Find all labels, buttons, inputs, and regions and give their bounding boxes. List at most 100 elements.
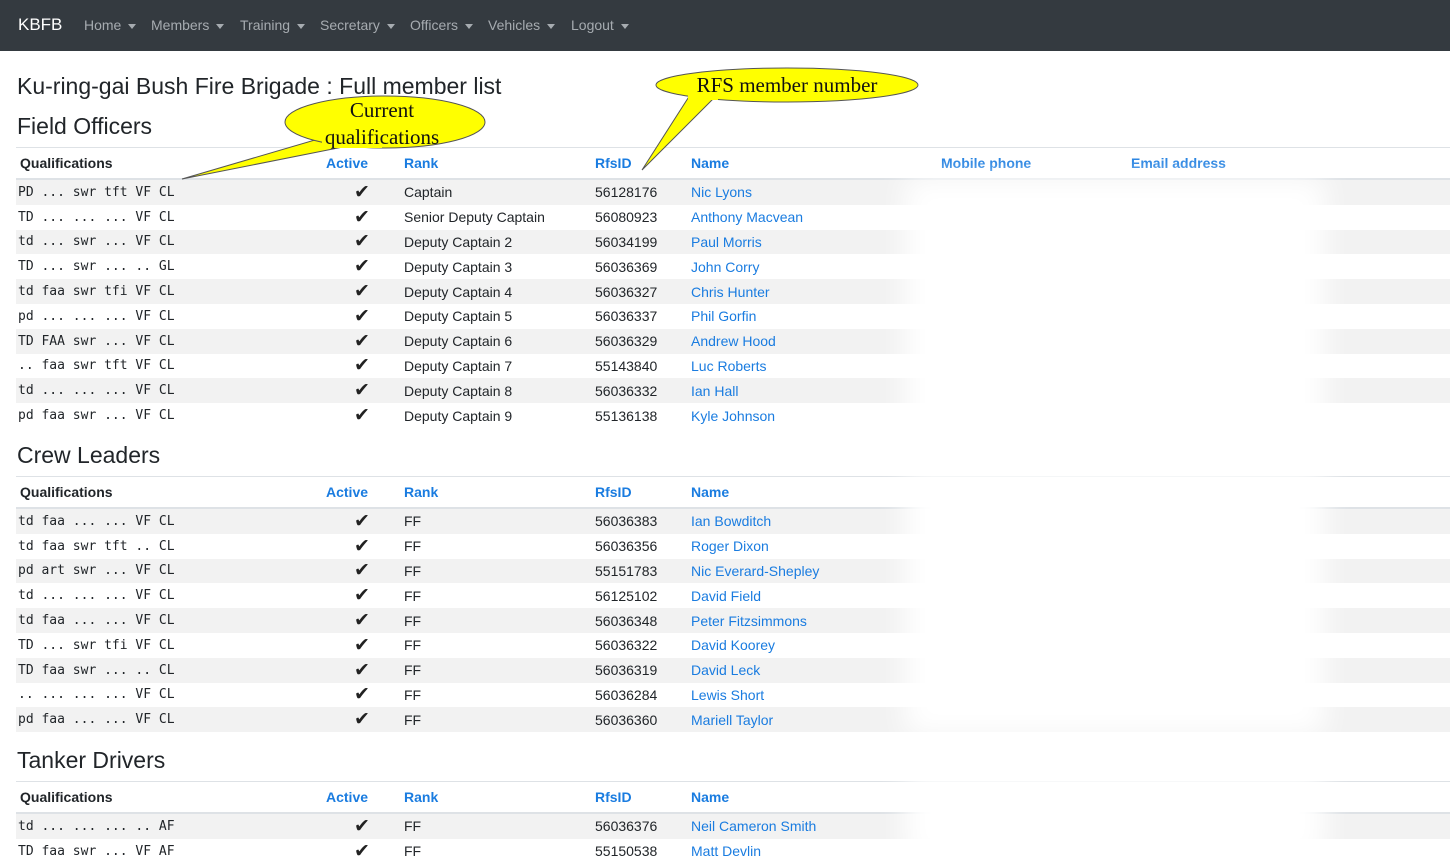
rank-cell: FF [404, 587, 422, 604]
rank-cell: Deputy Captain 4 [404, 283, 513, 300]
rfsid-cell: 56036329 [595, 333, 658, 350]
qualifications-cell: .. faa swr tft VF CL [18, 358, 175, 374]
member-name-link[interactable]: Nic Everard-Shepley [687, 559, 937, 584]
rfsid-cell: 55150538 [595, 843, 658, 860]
redaction-blur [905, 772, 1325, 862]
rank-cell: Deputy Captain 5 [404, 308, 513, 325]
member-name-link[interactable]: Roger Dixon [687, 534, 937, 559]
active-check-icon: ✔ [354, 560, 370, 582]
member-name-link[interactable]: Andrew Hood [687, 329, 937, 354]
qualifications-cell: TD faa swr ... VF AF [18, 843, 175, 859]
qualifications-cell: td faa swr tft .. CL [18, 538, 175, 554]
member-name-link[interactable]: Neil Cameron Smith [687, 813, 937, 839]
rfsid-cell: 56036322 [595, 637, 658, 654]
rfsid-cell: 56034199 [595, 233, 658, 250]
qualifications-cell: TD faa swr ... .. CL [18, 662, 175, 678]
active-check-icon: ✔ [354, 510, 370, 532]
callout-pointer [641, 94, 716, 171]
rfsid-cell: 56036360 [595, 711, 658, 728]
rfsid-cell: 55136138 [595, 407, 658, 424]
active-check-icon: ✔ [354, 330, 370, 352]
rfsid-cell: 56036369 [595, 258, 658, 275]
active-check-icon: ✔ [354, 610, 370, 632]
member-name-link[interactable]: Matt Devlin [687, 839, 937, 864]
rfs-callout-text: RFS member number [696, 73, 878, 97]
qualifications-cell: td faa ... ... VF CL [18, 613, 175, 629]
active-check-icon: ✔ [354, 355, 370, 377]
rfsid-cell: 55143840 [595, 357, 658, 374]
rfsid-cell: 56036383 [595, 513, 658, 530]
active-check-icon: ✔ [354, 840, 370, 862]
member-name-link[interactable]: Peter Fitzsimmons [687, 608, 937, 633]
qualifications-callout [181, 67, 919, 180]
member-name-link[interactable]: Chris Hunter [687, 279, 937, 304]
member-name-link[interactable]: Luc Roberts [687, 354, 937, 379]
qualifications-cell: pd faa swr ... VF CL [18, 408, 175, 424]
active-check-icon: ✔ [354, 256, 370, 278]
name-header[interactable]: Name [687, 781, 937, 814]
member-name-link[interactable]: David Field [687, 583, 937, 608]
rank-cell: Deputy Captain 7 [404, 357, 513, 374]
active-check-icon: ✔ [354, 380, 370, 402]
active-header[interactable]: Active [326, 476, 400, 509]
rfsid-cell: 56125102 [595, 587, 658, 604]
qualifications-cell: pd faa ... ... VF CL [18, 712, 175, 728]
rfsid-cell: 56036376 [595, 818, 658, 835]
qualifications-cell: TD FAA swr ... VF CL [18, 333, 175, 349]
qualifications-cell: pd art swr ... VF CL [18, 563, 175, 579]
rfsid-cell: 56036327 [595, 283, 658, 300]
qualifications-cell: TD ... ... ... VF CL [18, 209, 175, 225]
qualifications-cell: .. ... ... ... VF CL [18, 687, 175, 703]
qualifications-header: Qualifications [16, 476, 326, 509]
member-name-link[interactable]: Mariell Taylor [687, 707, 937, 732]
rfsid-header[interactable]: RfsID [591, 476, 687, 509]
active-header[interactable]: Active [326, 781, 400, 814]
qualifications-cell: td ... ... ... .. AF [18, 818, 175, 834]
rfsid-cell: 56036348 [595, 612, 658, 629]
member-name-link[interactable]: David Leck [687, 658, 937, 683]
member-name-link[interactable]: Phil Gorfin [687, 304, 937, 329]
active-check-icon: ✔ [354, 405, 370, 427]
active-check-icon: ✔ [354, 684, 370, 706]
rank-cell: FF [404, 513, 422, 530]
rfsid-cell: 56036332 [595, 382, 658, 399]
redaction-blur [905, 470, 1325, 735]
rfsid-cell: 56036356 [595, 538, 658, 555]
qualifications-cell: td ... ... ... VF CL [18, 588, 175, 604]
rfsid-header[interactable]: RfsID [591, 781, 687, 814]
member-name-link[interactable]: Lewis Short [687, 683, 937, 708]
qualifications-callout-line-1: Current [349, 98, 415, 122]
rank-cell: Deputy Captain 8 [404, 382, 513, 399]
rank-header[interactable]: Rank [400, 476, 591, 509]
rank-cell: FF [404, 612, 422, 629]
member-name-link[interactable]: Kyle Johnson [687, 403, 937, 428]
rfsid-cell: 56036284 [595, 686, 658, 703]
member-name-link[interactable]: Ian Bowditch [687, 508, 937, 534]
active-check-icon: ✔ [354, 206, 370, 228]
member-name-link[interactable]: Paul Morris [687, 230, 937, 255]
rank-cell: FF [404, 686, 422, 703]
qualifications-cell: td ... ... ... VF CL [18, 383, 175, 399]
qualifications-cell: TD ... swr tfi VF CL [18, 637, 175, 653]
rank-cell: Senior Deputy Captain [404, 209, 545, 226]
qualifications-cell: td ... swr ... VF CL [18, 234, 175, 250]
rank-cell: FF [404, 662, 422, 679]
qualifications-cell: td faa ... ... VF CL [18, 513, 175, 529]
active-check-icon: ✔ [354, 634, 370, 656]
rank-cell: FF [404, 562, 422, 579]
rank-cell: Deputy Captain 3 [404, 258, 513, 275]
member-name-link[interactable]: John Corry [687, 254, 937, 279]
redaction-blur [905, 178, 1325, 436]
rank-cell: Deputy Captain 9 [404, 407, 513, 424]
rank-cell: Deputy Captain 6 [404, 333, 513, 350]
rfsid-cell: 55151783 [595, 562, 658, 579]
member-name-link[interactable]: David Koorey [687, 633, 937, 658]
member-name-link[interactable]: Anthony Macvean [687, 205, 937, 230]
member-name-link[interactable]: Ian Hall [687, 378, 937, 403]
rank-header[interactable]: Rank [400, 781, 591, 814]
active-check-icon: ✔ [354, 231, 370, 253]
rfsid-cell: 56036337 [595, 308, 658, 325]
active-check-icon: ✔ [354, 659, 370, 681]
rank-cell: FF [404, 843, 422, 860]
name-header[interactable]: Name [687, 476, 937, 509]
